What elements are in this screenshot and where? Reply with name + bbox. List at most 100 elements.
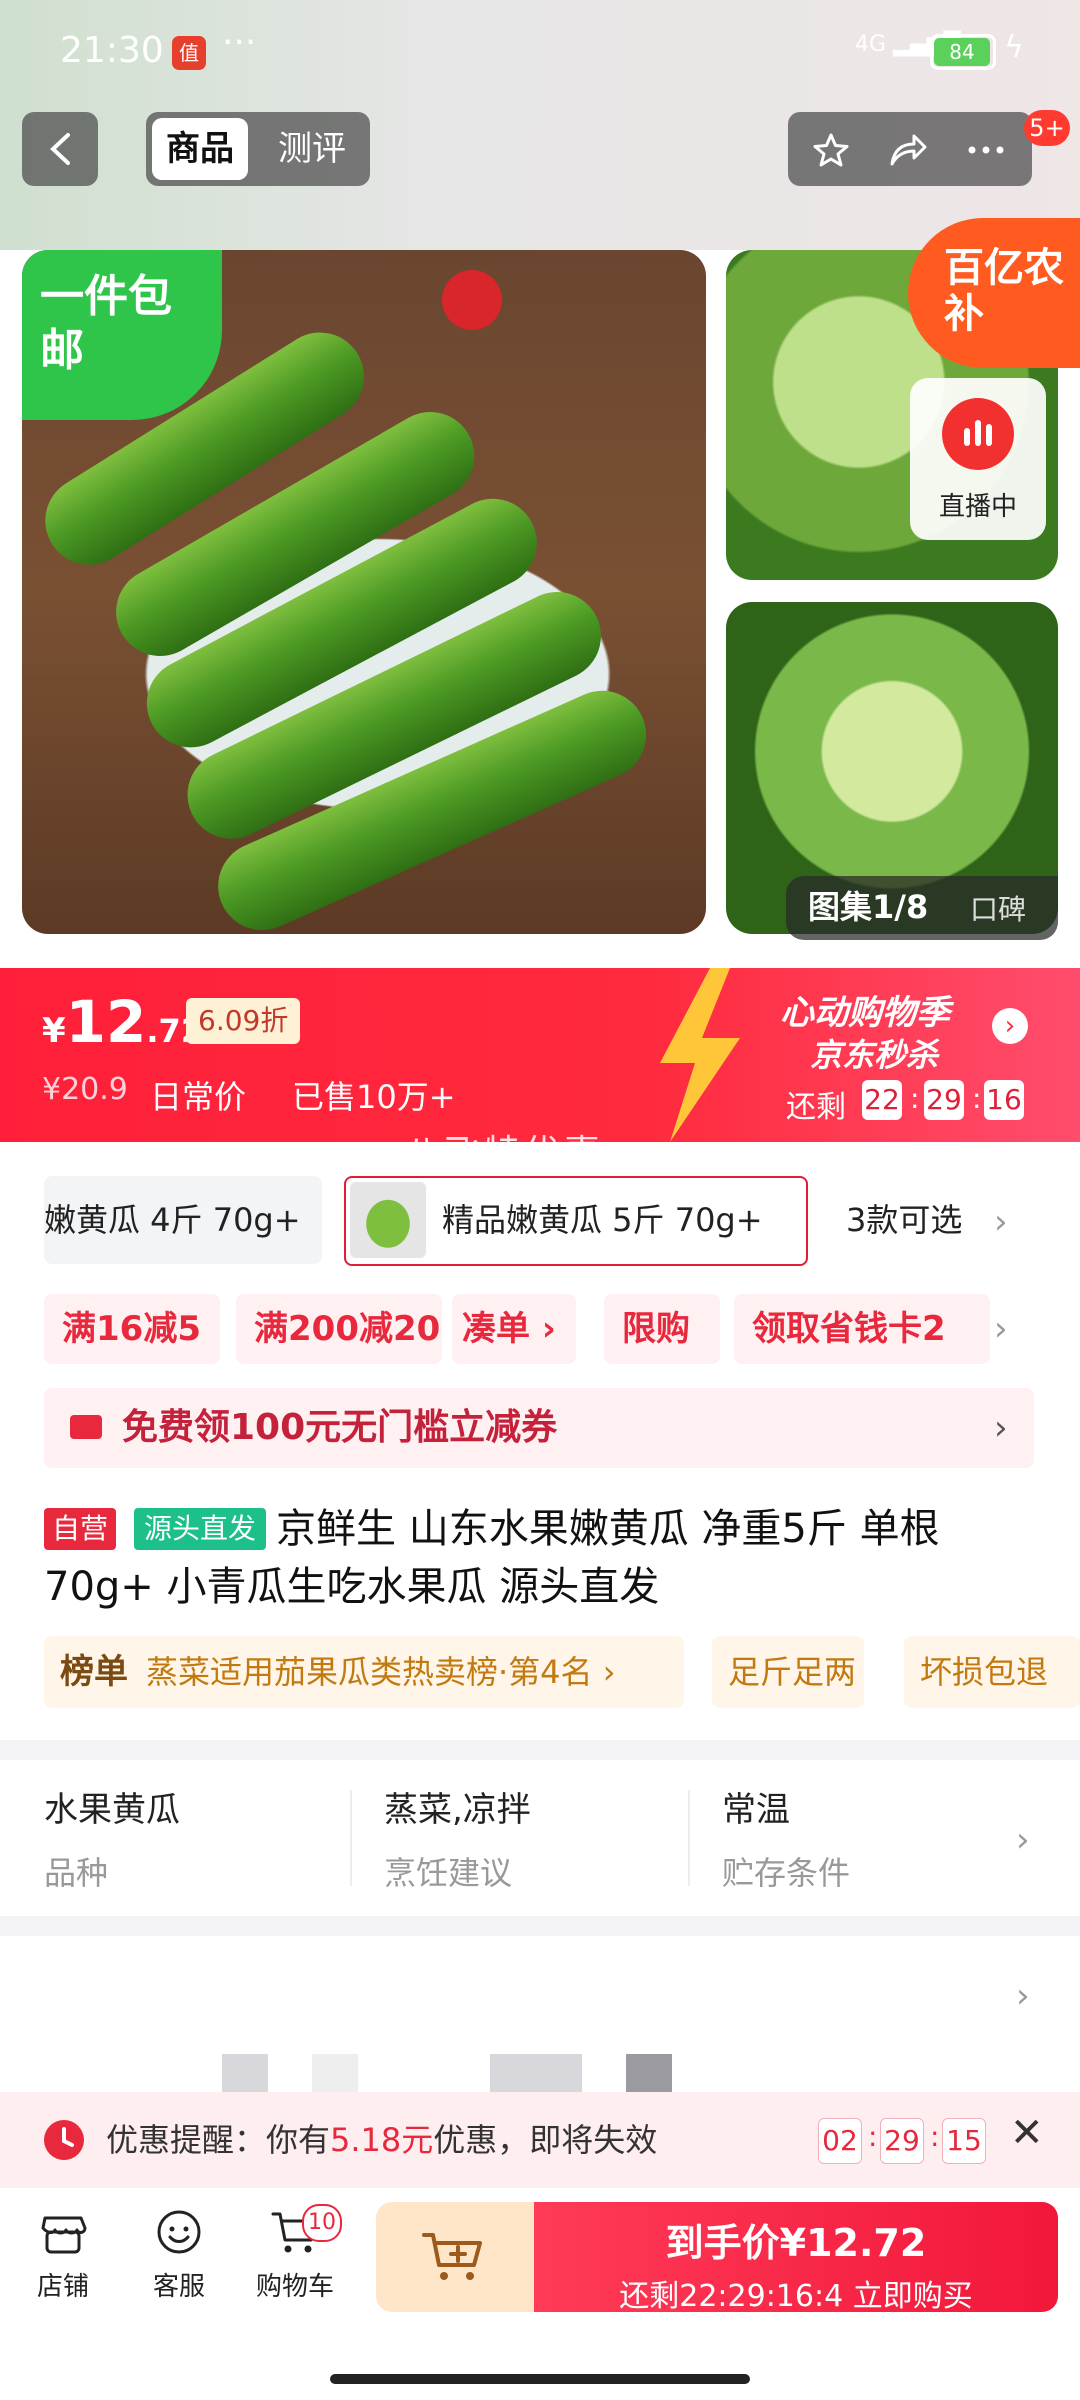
self-operated-badge: 自营 [44,1508,117,1550]
more-icon[interactable] [964,132,1008,168]
purchase-limit-tag: 限购 [604,1294,720,1364]
original-price: ¥20.9 [42,1072,128,1107]
ranking-text: 蒸菜适用茄果瓜类热卖榜·第4名 › [146,1653,616,1691]
share-icon[interactable] [888,132,928,168]
chevron-right-icon[interactable]: › [994,1182,1008,1262]
network-label: 4G [855,32,887,57]
free-shipping-label: 一件包邮 [40,271,172,376]
cart-count-badge: 10 [302,2204,342,2242]
close-icon[interactable]: ✕ [1010,2110,1044,2156]
flash-sale-arrow-icon[interactable]: › [992,1008,1028,1044]
countdown-separator: : [972,1082,982,1115]
attribute-key: 贮存条件 [722,1854,851,1892]
status-more-icon: ··· [222,22,257,63]
status-time: 21:30 [60,30,164,71]
placeholder-block [626,2054,672,2092]
bundle-link[interactable]: 凑单 › [452,1294,576,1364]
reminder-text: 优惠提醒：你有5.18元优惠，即将失效 [106,2092,657,2188]
coupon-icon [70,1415,102,1439]
service-tag: 坏损包退 [904,1636,1080,1708]
tab-product[interactable]: 商品 [152,118,248,180]
reminder-suffix: 优惠，即将失效 [433,2121,658,2159]
attribute-divider [688,1790,690,1886]
clock-hands-icon [62,2127,74,2147]
favorite-star-icon[interactable] [812,132,850,168]
attribute-value: 常温 [722,1790,790,1830]
buy-countdown: 还剩22:29:16:4 [619,2279,844,2314]
attribute-key: 品种 [44,1854,109,1892]
original-price-label: 日常价 [150,1078,247,1116]
store-icon [41,2216,87,2254]
countdown-separator: : [910,1082,920,1115]
reminder-amount: 5.18元 [330,2121,434,2159]
nav-service[interactable]: 客服 [124,2204,234,2303]
variant-option[interactable]: 嫩黄瓜 4斤 70g+ [44,1176,322,1264]
lightning-icon [660,968,740,1142]
section-divider [0,1916,1080,1936]
home-indicator[interactable] [330,2374,750,2384]
placeholder-block [490,2054,582,2092]
chevron-right-icon[interactable]: › [1016,1820,1030,1860]
buy-action-label: 立即购买 [852,2279,973,2314]
coupon-tag[interactable]: 满200减20 [236,1294,442,1364]
flash-remain-label: 还剩 [786,1090,846,1125]
nav-service-label: 客服 [152,2272,205,2302]
variant-label: 精品嫩黄瓜 5斤 70g+ [442,1201,763,1239]
attribute-key: 烹饪建议 [384,1854,513,1892]
discount-tag: 6.09折 [186,998,301,1044]
chevron-right-icon: › [994,1408,1008,1448]
coupon-tag[interactable]: 满16减5 [44,1294,220,1364]
attribute-value: 水果黄瓜 [44,1790,180,1830]
flash-sale-title[interactable]: 心动购物季 [780,985,950,1034]
buy-final-price: 到手价¥12.72 [665,2221,927,2265]
service-tag: 足斤足两 [712,1636,864,1708]
subsidy-label: 百亿农补 [944,245,1064,337]
direct-source-badge: 源头直发 [134,1508,267,1550]
back-button[interactable] [22,112,98,186]
placeholder-block [222,2054,268,2092]
reminder-countdown-seconds: 15 [942,2118,986,2164]
tomato-shape [442,270,502,330]
countdown-separator: : [930,2120,940,2153]
flash-sale-subtitle: 京东秒杀 [810,1036,939,1074]
price-integer: 12 [65,988,147,1056]
variant-count[interactable]: 3款可选 [846,1180,962,1260]
ranking-label: 榜单 [60,1652,128,1692]
buy-now-button[interactable]: 到手价¥12.72 还剩22:29:16:4 立即购买 [534,2202,1058,2315]
voucher-text: 免费领100元无门槛立减券 [122,1407,558,1448]
message-badge: 5+ [1024,110,1070,146]
section-divider [0,1740,1080,1760]
gallery-count[interactable]: 图集1/8 [808,882,928,928]
countdown-seconds: 16 [984,1080,1024,1120]
add-to-cart-button[interactable] [376,2202,534,2312]
battery-level: 84 [934,38,990,66]
placeholder-block [312,2054,358,2092]
variant-thumbnail [350,1182,426,1258]
gallery-reviews-tab[interactable]: 口碑 [970,888,1026,928]
currency-symbol: ¥ [42,1011,66,1051]
buy-countdown-line: 还剩22:29:16:4 立即购买 [534,2271,1058,2315]
attribute-divider [350,1790,352,1886]
nav-cart-label: 购物车 [255,2272,334,2302]
customer-service-icon [157,2210,201,2254]
back-arrow-icon [50,133,70,165]
variant-label: 嫩黄瓜 4斤 70g+ [44,1201,301,1239]
countdown-minutes: 29 [924,1080,964,1120]
live-label: 直播中 [938,492,1017,522]
countdown-separator: : [868,2120,878,2153]
app-notification-icon: 值 [172,36,206,70]
header-actions [788,112,1032,186]
attribute-value: 蒸菜,凉拌 [384,1790,531,1830]
chevron-right-icon[interactable]: › [1016,1976,1030,2016]
savings-card-tag[interactable]: 领取省钱卡2 [734,1294,990,1364]
tab-review[interactable]: 测评 [262,118,362,180]
reminder-prefix: 优惠提醒：你有 [106,2121,331,2159]
reminder-countdown-hours: 02 [818,2118,862,2164]
clock-icon [44,2120,84,2160]
charging-icon: ϟ [1004,30,1024,65]
live-icon [942,398,1014,470]
add-cart-icon [422,2233,482,2280]
chevron-right-icon[interactable]: › [994,1294,1008,1364]
nav-store[interactable]: 店铺 [8,2204,118,2303]
sold-count: 已售10万+ [292,1078,456,1116]
